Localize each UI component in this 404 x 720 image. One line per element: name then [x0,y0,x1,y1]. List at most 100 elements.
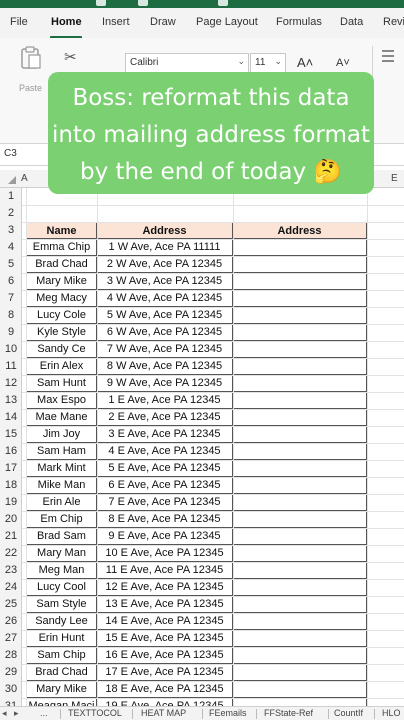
row-header[interactable]: 25 [0,596,22,613]
name-cell[interactable]: Sandy Lee [26,613,97,630]
row-header[interactable]: 27 [0,630,22,647]
name-cell[interactable]: Lucy Cool [26,579,97,596]
name-cell[interactable]: Mary Mike [26,273,97,290]
address-cell[interactable]: 16 E Ave, Ace PA 12345 [97,647,233,664]
tab-file[interactable]: File [10,16,28,28]
tab-formulas[interactable]: Formulas [276,16,322,28]
address-cell[interactable]: 6 W Ave, Ace PA 12345 [97,324,233,341]
mailing-address-cell[interactable] [233,562,367,579]
mailing-address-cell[interactable] [233,460,367,477]
customize-icon[interactable] [218,0,228,6]
worksheet-grid[interactable]: A E 1 2 3 4 5 6 7 8 9 10 11 12 13 14 15 16 17 18 19 20 21 22 2… [0,170,404,716]
increase-font-size-button[interactable]: A˄ [297,55,313,70]
row-header[interactable]: 1 [0,188,22,205]
undo-icon[interactable] [96,0,106,6]
name-cell[interactable]: Mary Man [26,545,97,562]
row-header[interactable]: 17 [0,460,22,477]
mailing-address-cell[interactable] [233,681,367,698]
name-box[interactable]: C3 [4,148,17,159]
row-header[interactable]: 12 [0,375,22,392]
name-cell[interactable]: Kyle Style [26,324,97,341]
address-cell[interactable]: 11 E Ave, Ace PA 12345 [97,562,233,579]
column-title-cell[interactable]: Address [233,222,367,239]
address-cell[interactable]: 17 E Ave, Ace PA 12345 [97,664,233,681]
mailing-address-cell[interactable] [233,426,367,443]
mailing-address-cell[interactable] [233,375,367,392]
sheet-next-button[interactable]: ▸ [14,708,19,719]
mailing-address-cell[interactable] [233,613,367,630]
address-cell[interactable]: 5 E Ave, Ace PA 12345 [97,460,233,477]
mailing-address-cell[interactable] [233,358,367,375]
column-title-cell[interactable]: Name [26,222,97,239]
sheet-more-button[interactable]: ... [40,708,48,718]
row-header[interactable]: 8 [0,307,22,324]
row-header[interactable]: 21 [0,528,22,545]
address-cell[interactable]: 7 E Ave, Ace PA 12345 [97,494,233,511]
row-header[interactable]: 19 [0,494,22,511]
name-cell[interactable]: Sam Chip [26,647,97,664]
address-cell[interactable]: 18 E Ave, Ace PA 12345 [97,681,233,698]
select-all-icon[interactable] [8,176,16,184]
mailing-address-cell[interactable] [233,477,367,494]
paste-icon[interactable] [20,46,42,70]
address-cell[interactable]: 9 E Ave, Ace PA 12345 [97,528,233,545]
scissors-icon[interactable]: ✂ [64,48,77,66]
mailing-address-cell[interactable] [233,494,367,511]
address-cell[interactable]: 7 W Ave, Ace PA 12345 [97,341,233,358]
address-cell[interactable]: 12 E Ave, Ace PA 12345 [97,579,233,596]
mailing-address-cell[interactable] [233,273,367,290]
name-cell[interactable]: Meg Macy [26,290,97,307]
row-header[interactable]: 23 [0,562,22,579]
mailing-address-cell[interactable] [233,647,367,664]
row-header[interactable]: 2 [0,205,22,222]
mailing-address-cell[interactable] [233,341,367,358]
mailing-address-cell[interactable] [233,528,367,545]
address-cell[interactable]: 1 E Ave, Ace PA 12345 [97,392,233,409]
tab-page-layout[interactable]: Page Layout [196,16,258,28]
name-cell[interactable]: Sandy Ce [26,341,97,358]
name-cell[interactable]: Brad Chad [26,256,97,273]
row-header[interactable]: 28 [0,647,22,664]
name-cell[interactable]: Lucy Cole [26,307,97,324]
column-header-e[interactable]: E [391,173,398,184]
name-cell[interactable]: Brad Chad [26,664,97,681]
address-cell[interactable]: 15 E Ave, Ace PA 12345 [97,630,233,647]
mailing-address-cell[interactable] [233,290,367,307]
name-cell[interactable]: Mark Mint [26,460,97,477]
align-icon[interactable] [382,50,394,52]
address-cell[interactable]: 6 E Ave, Ace PA 12345 [97,477,233,494]
row-header[interactable]: 4 [0,239,22,256]
name-cell[interactable]: Erin Alex [26,358,97,375]
sheet-tab-ffstate-ref[interactable]: FFState-Ref [264,708,313,718]
mailing-address-cell[interactable] [233,545,367,562]
row-header[interactable]: 13 [0,392,22,409]
tab-review[interactable]: Revi [383,16,404,28]
address-cell[interactable]: 2 W Ave, Ace PA 12345 [97,256,233,273]
address-cell[interactable]: 10 E Ave, Ace PA 12345 [97,545,233,562]
row-header[interactable]: 15 [0,426,22,443]
address-cell[interactable]: 4 E Ave, Ace PA 12345 [97,443,233,460]
mailing-address-cell[interactable] [233,256,367,273]
name-cell[interactable]: Mike Man [26,477,97,494]
name-cell[interactable]: Sam Hunt [26,375,97,392]
row-header[interactable]: 9 [0,324,22,341]
mailing-address-cell[interactable] [233,392,367,409]
mailing-address-cell[interactable] [233,664,367,681]
font-name-select[interactable]: Calibri ⌄ [125,53,249,73]
mailing-address-cell[interactable] [233,511,367,528]
address-cell[interactable]: 13 E Ave, Ace PA 12345 [97,596,233,613]
name-cell[interactable]: Max Espo [26,392,97,409]
sheet-tab-countif[interactable]: CountIf [334,708,363,718]
row-header[interactable]: 18 [0,477,22,494]
row-header[interactable]: 5 [0,256,22,273]
mailing-address-cell[interactable] [233,239,367,256]
sheet-tab-feemails[interactable]: FEemails [209,708,247,718]
address-cell[interactable]: 3 E Ave, Ace PA 12345 [97,426,233,443]
row-header[interactable]: 24 [0,579,22,596]
row-header[interactable]: 26 [0,613,22,630]
address-cell[interactable]: 8 W Ave, Ace PA 12345 [97,358,233,375]
row-header[interactable]: 10 [0,341,22,358]
mailing-address-cell[interactable] [233,409,367,426]
mailing-address-cell[interactable] [233,443,367,460]
row-header[interactable]: 29 [0,664,22,681]
